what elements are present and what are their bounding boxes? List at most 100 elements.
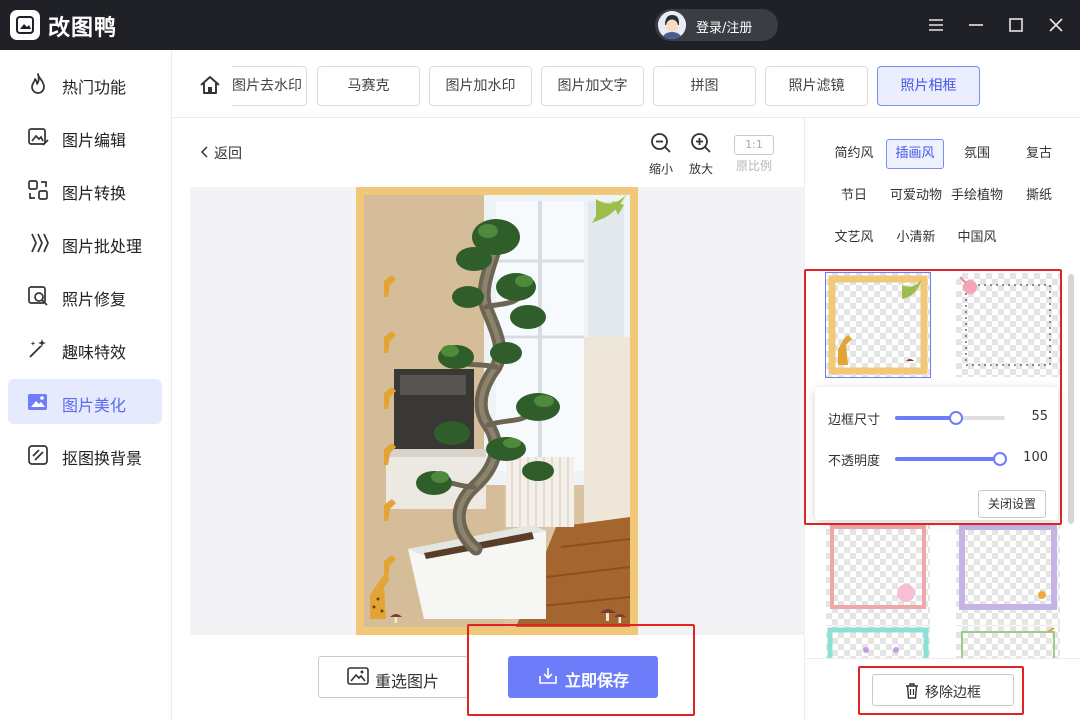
photo-repair-icon [26, 284, 50, 308]
style-tag-chinese[interactable]: 中国风 [952, 223, 1002, 253]
image-icon [347, 666, 369, 690]
framed-photo[interactable] [356, 187, 638, 635]
style-tag-artsy[interactable]: 文艺风 [828, 223, 880, 253]
sidebar-item-label: 趣味特效 [62, 343, 127, 362]
convert-icon [26, 178, 50, 202]
login-button[interactable]: 登录/注册 [655, 9, 778, 41]
style-tag-festival[interactable]: 节日 [828, 181, 880, 211]
user-avatar-icon [658, 11, 686, 39]
border-size-slider[interactable] [895, 411, 1005, 425]
original-ratio-label: 原比例 [735, 159, 772, 173]
sidebar-item-label: 抠图换背景 [62, 449, 143, 468]
zoom-out-label: 缩小 [648, 162, 673, 176]
close-icon[interactable] [1046, 15, 1066, 35]
style-tag-retro[interactable]: 复古 [1014, 139, 1064, 169]
sidebar-item-photo-repair[interactable]: 照片修复 [8, 273, 162, 318]
frame-thumb-green[interactable] [956, 626, 1060, 658]
close-settings-button[interactable]: 关闭设置 [978, 490, 1046, 518]
original-ratio-button[interactable]: 1:1 原比例 [734, 132, 774, 174]
sidebar-item-label: 照片修复 [62, 290, 127, 309]
sidebar-item-label: 图片转换 [62, 184, 127, 203]
tab-collage[interactable]: 拼图 [653, 66, 756, 106]
zoom-in-label: 放大 [688, 162, 713, 176]
border-size-slider-knob[interactable] [949, 411, 963, 425]
flame-icon [26, 72, 50, 96]
sidebar-item-label: 图片美化 [62, 396, 127, 415]
opacity-slider-knob[interactable] [993, 452, 1007, 466]
remove-frame-label: 移除边框 [925, 685, 981, 701]
tab-add-text[interactable]: 图片加文字 [541, 66, 644, 106]
frame-thumb-teal[interactable] [826, 626, 930, 658]
sidebar-item-hot-features[interactable]: 热门功能 [8, 61, 162, 106]
sidebar-item-label: 图片编辑 [62, 131, 127, 150]
style-tag-hand-drawn-plants[interactable]: 手绘植物 [950, 181, 1004, 211]
editor-area: 返回 缩小 放大 1:1 原比例 重选图片 立即保存 [172, 118, 805, 720]
tab-mosaic[interactable]: 马赛克 [317, 66, 420, 106]
sidebar: 热门功能 图片编辑 图片转换 图片批处理 照片修复 趣味特效 图片美化 抠图换背… [0, 50, 172, 720]
login-label: 登录/注册 [696, 21, 753, 36]
opacity-value: 100 [1023, 450, 1048, 465]
magic-wand-icon [26, 337, 50, 361]
minimize-icon[interactable] [966, 15, 986, 35]
save-now-button[interactable]: 立即保存 [508, 656, 658, 698]
menu-icon[interactable] [926, 15, 946, 35]
frame-thumb-giraffe[interactable] [825, 272, 931, 378]
back-label: 返回 [214, 146, 242, 162]
tab-photo-filter[interactable]: 照片滤镜 [765, 66, 868, 106]
style-tag-illustration[interactable]: 插画风 [886, 139, 944, 169]
beautify-icon [26, 390, 50, 414]
sidebar-item-label: 热门功能 [62, 78, 127, 97]
batch-icon [26, 231, 50, 255]
app-name: 改图鸭 [48, 16, 118, 41]
maximize-icon[interactable] [1006, 15, 1026, 35]
reselect-label: 重选图片 [375, 672, 440, 691]
remove-frame-button[interactable]: 移除边框 [872, 674, 1014, 706]
tab-remove-watermark[interactable]: 图片去水印 [232, 66, 307, 106]
image-canvas [190, 187, 805, 635]
trash-icon [905, 683, 919, 703]
save-label: 立即保存 [565, 671, 630, 690]
download-icon [538, 666, 558, 690]
tab-add-watermark[interactable]: 图片加水印 [429, 66, 532, 106]
frame-panel: 简约风 插画风 氛围 复古 节日 可爱动物 手绘植物 撕纸 文艺风 小清新 中国… [806, 118, 1080, 720]
back-button[interactable]: 返回 [200, 143, 242, 163]
cutout-icon [26, 443, 50, 467]
panel-divider [806, 658, 1080, 659]
frame-thumb-dotted[interactable] [956, 273, 1060, 377]
bonsai-photo [364, 195, 631, 627]
border-size-slider-fill [895, 416, 956, 420]
opacity-label: 不透明度 [828, 454, 881, 469]
image-edit-icon [26, 125, 50, 149]
frame-thumb-purple[interactable] [956, 523, 1060, 627]
zoom-in-button[interactable]: 放大 [681, 132, 721, 177]
sidebar-item-label: 图片批处理 [62, 237, 143, 256]
chevron-left-icon [200, 146, 208, 162]
ratio-badge: 1:1 [734, 135, 774, 155]
style-tag-minimal[interactable]: 简约风 [828, 139, 880, 169]
border-size-value: 55 [1031, 409, 1048, 424]
sidebar-item-image-edit[interactable]: 图片编辑 [8, 114, 162, 159]
sidebar-item-cutout[interactable]: 抠图换背景 [8, 432, 162, 477]
tool-tabs: 图片去水印 马赛克 图片加水印 图片加文字 拼图 照片滤镜 照片相框 [172, 50, 1080, 118]
opacity-slider[interactable] [895, 452, 1007, 466]
style-tag-atmosphere[interactable]: 氛围 [952, 139, 1002, 169]
frame-thumb-pink[interactable] [826, 523, 930, 627]
sidebar-item-batch[interactable]: 图片批处理 [8, 220, 162, 265]
opacity-slider-fill [895, 457, 1005, 461]
reselect-image-button[interactable]: 重选图片 [318, 656, 468, 698]
frame-list-scrollbar[interactable] [1068, 274, 1074, 524]
sidebar-item-image-convert[interactable]: 图片转换 [8, 167, 162, 212]
style-tag-torn-paper[interactable]: 撕纸 [1014, 181, 1064, 211]
style-tag-cute-animals[interactable]: 可爱动物 [886, 181, 946, 211]
zoom-out-icon [651, 133, 671, 153]
zoom-out-button[interactable]: 缩小 [641, 132, 681, 177]
tab-photo-frame[interactable]: 照片相框 [877, 66, 980, 106]
app-logo [10, 10, 40, 40]
border-size-label: 边框尺寸 [828, 413, 881, 428]
style-tag-fresh[interactable]: 小清新 [890, 223, 942, 253]
home-icon[interactable] [199, 74, 221, 96]
sidebar-item-beautify[interactable]: 图片美化 [8, 379, 162, 424]
zoom-in-icon [691, 133, 711, 153]
sidebar-item-fun-effects[interactable]: 趣味特效 [8, 326, 162, 371]
title-bar: 改图鸭 登录/注册 [0, 0, 1080, 50]
